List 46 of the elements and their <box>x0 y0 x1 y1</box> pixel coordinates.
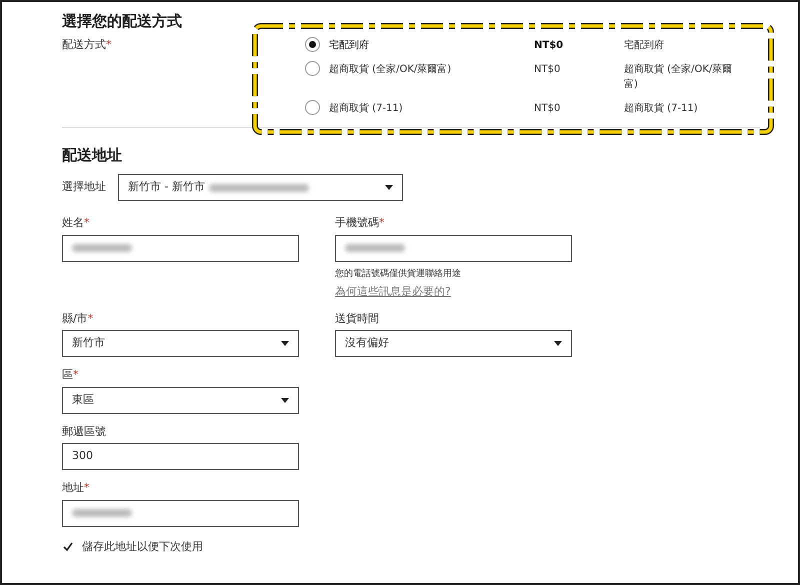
dropdown[interactable]: 沒有偏好 <box>335 330 572 357</box>
caret-icon <box>554 341 562 346</box>
address-dropdown[interactable]: 新竹市 - 新竹市 <box>118 174 403 201</box>
checkbox-label: 儲存此地址以便下次使用 <box>82 538 203 554</box>
dropdown[interactable]: 東區 <box>62 386 299 414</box>
required-mark: * <box>84 480 90 496</box>
option-name: 超商取貨 (全家/OK/萊爾富) <box>329 62 452 76</box>
field-label: 選擇地址 <box>62 179 107 196</box>
dropdown[interactable]: 新竹市 <box>62 330 299 357</box>
field-label: 配送方式 <box>62 36 106 52</box>
dropdown-value: 新竹市 - 新竹市 <box>128 179 205 196</box>
field-label: 地址 <box>62 480 84 496</box>
radio-button[interactable] <box>305 60 320 76</box>
option-name: 超商取貨 (7-11) <box>329 102 404 116</box>
option-price: NT$0 <box>534 62 562 76</box>
radio-button[interactable] <box>305 100 320 114</box>
option-price: NT$0 <box>534 38 564 52</box>
caret-icon <box>385 185 393 190</box>
option-description: 超商取貨 (7-11) <box>624 102 699 116</box>
field-label: 縣/市 <box>62 310 88 326</box>
caret-icon <box>281 341 289 346</box>
field-label: 郵遞區號 <box>62 424 106 440</box>
required-mark: * <box>379 215 384 231</box>
input-field[interactable] <box>62 234 299 262</box>
input-field[interactable]: 300 <box>62 443 299 470</box>
required-mark: * <box>84 215 90 231</box>
option-description: 超商取貨 (全家/OK/萊爾富) <box>624 62 734 92</box>
input-field[interactable] <box>62 500 299 526</box>
info-link[interactable]: 為何這些訊息是必要的? <box>335 284 451 300</box>
option-name: 宅配到府 <box>329 38 370 52</box>
field-label: 手機號碼 <box>335 215 379 231</box>
section-title: 配送地址 <box>62 144 123 166</box>
option-price: NT$0 <box>534 102 562 116</box>
input-field[interactable] <box>335 234 572 262</box>
section-title: 選擇您的配送方式 <box>62 11 183 32</box>
hint-text: 您的電話號碼僅供貨運聯絡用途 <box>335 268 462 280</box>
required-mark: * <box>73 367 78 383</box>
field-label: 區 <box>62 367 73 383</box>
required-mark: * <box>88 310 94 326</box>
caret-icon <box>281 398 289 402</box>
checkbox[interactable] <box>62 540 74 553</box>
field-label: 姓名 <box>62 215 84 231</box>
radio-button[interactable] <box>305 36 320 52</box>
required-mark: * <box>106 36 112 52</box>
field-label: 送貨時間 <box>335 310 379 326</box>
option-description: 宅配到府 <box>624 38 665 52</box>
